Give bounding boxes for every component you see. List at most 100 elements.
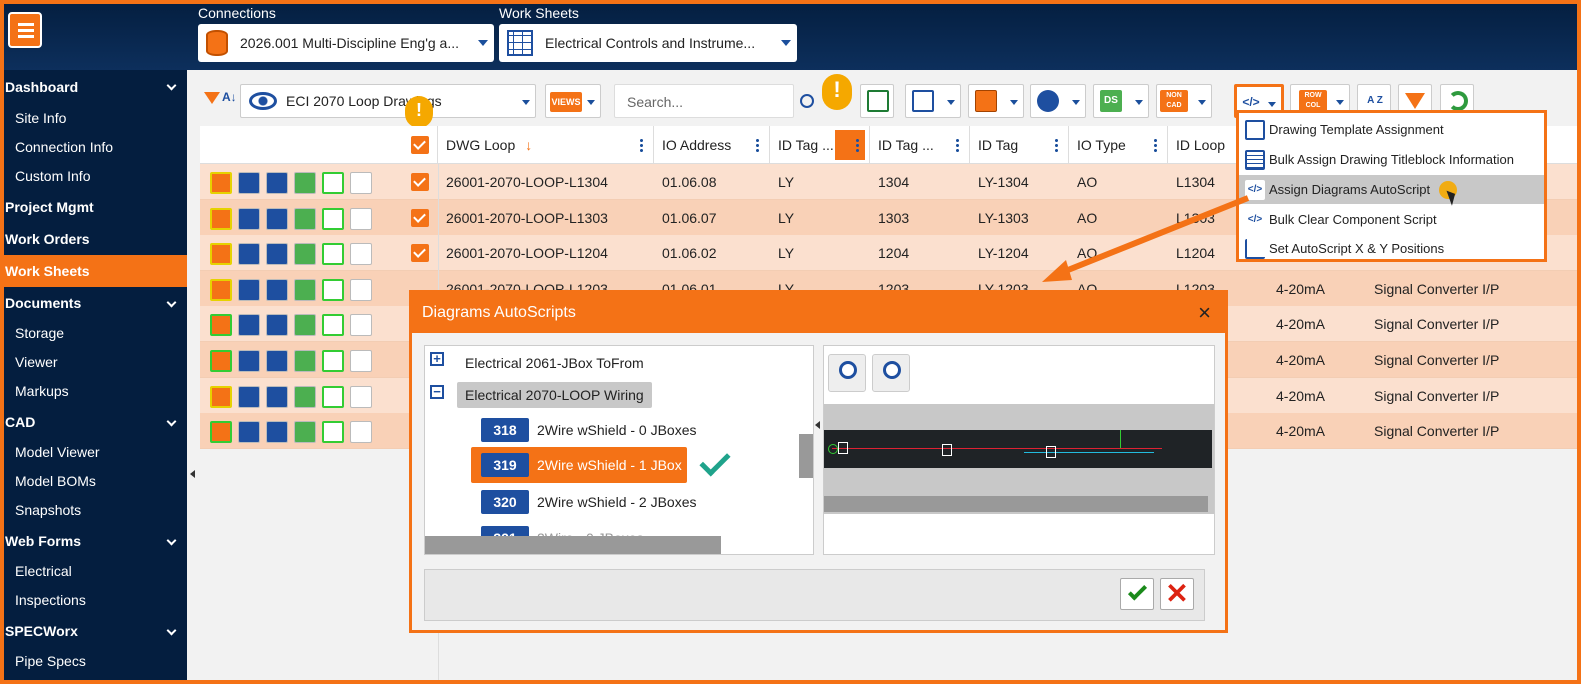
tree-item-318[interactable]: 318 2Wire wShield - 0 JBoxes: [481, 416, 761, 446]
close-icon[interactable]: ×: [1198, 293, 1211, 333]
paperclip-icon[interactable]: [238, 385, 260, 408]
sidebar-item-electrical[interactable]: Electrical: [0, 557, 187, 586]
menu-item-set-xy-positions[interactable]: Set AutoScript X & Y Positions: [1239, 234, 1544, 263]
sidebar-item-snapshots[interactable]: Snapshots: [0, 496, 187, 525]
code-icon[interactable]: [322, 243, 344, 266]
column-menu-icon[interactable]: [1154, 138, 1157, 152]
tree-group-loop-wiring[interactable]: Electrical 2070-LOOP Wiring: [457, 382, 652, 408]
column-menu-icon[interactable]: [640, 138, 643, 152]
tag-icon[interactable]: [350, 207, 372, 230]
sidebar-item-web-forms[interactable]: Web Forms: [0, 525, 187, 557]
column-menu-icon[interactable]: [756, 138, 759, 152]
tag-icon[interactable]: [350, 350, 372, 372]
column-menu-icon[interactable]: [856, 138, 859, 152]
menu-item-bulk-assign-titleblock[interactable]: Bulk Assign Drawing Titleblock Informati…: [1239, 145, 1544, 174]
view-select[interactable]: ECI 2070 Loop Drawings: [240, 84, 536, 118]
excel-export-button[interactable]: [860, 84, 894, 118]
ds-icon[interactable]: [294, 385, 316, 408]
clear-attachment-icon[interactable]: [266, 243, 288, 266]
sidebar-item-model-boms[interactable]: Model BOMs: [0, 467, 187, 496]
sidebar-item-viewer[interactable]: Viewer: [0, 348, 187, 377]
clear-attachment-icon[interactable]: [266, 278, 288, 301]
ds-button[interactable]: DS: [1093, 84, 1149, 118]
search-input[interactable]: Search...: [614, 84, 794, 118]
drawing-icon[interactable]: [210, 385, 232, 408]
search-icon[interactable]: [800, 94, 814, 108]
clear-attachment-icon[interactable]: [266, 385, 288, 408]
paperclip-icon[interactable]: [238, 243, 260, 266]
sidebar-item-connection-info[interactable]: Connection Info: [0, 133, 187, 162]
connection-select[interactable]: 2026.001 Multi-Discipline Eng'g a...: [198, 24, 494, 62]
splitter-handle[interactable]: [815, 421, 820, 429]
drawing-icon[interactable]: [210, 314, 232, 337]
tag-icon[interactable]: [350, 172, 372, 194]
sidebar-item-cad[interactable]: CAD: [0, 406, 187, 438]
drawing-icon[interactable]: [210, 243, 232, 266]
column-header-id-tag-2[interactable]: ID Tag ...: [870, 126, 970, 164]
sidebar-item-markups[interactable]: Markups: [0, 377, 187, 406]
drawing-icon[interactable]: [210, 278, 232, 301]
diagram-canvas[interactable]: [824, 404, 1214, 514]
code-icon[interactable]: [322, 314, 344, 337]
cancel-button[interactable]: ✕: [1160, 578, 1194, 610]
select-all-header[interactable]: [402, 126, 438, 164]
column-header-id-tag[interactable]: ID Tag: [970, 126, 1069, 164]
column-menu-icon[interactable]: [1055, 138, 1058, 152]
column-header-dwg-loop[interactable]: DWG Loop ↓: [438, 126, 654, 164]
paperclip-icon[interactable]: [238, 278, 260, 301]
sidebar-item-project-mgmt[interactable]: Project Mgmt: [0, 191, 187, 223]
row-checkbox[interactable]: [411, 173, 429, 191]
code-icon[interactable]: [322, 385, 344, 408]
tag-icon[interactable]: [350, 243, 372, 266]
attach-button[interactable]: [1030, 84, 1086, 118]
preview-scrollbar[interactable]: [824, 496, 1208, 512]
drawing-icon[interactable]: [210, 350, 232, 372]
drawing-icon[interactable]: [210, 172, 232, 194]
sidebar-item-site-info[interactable]: Site Info: [0, 104, 187, 133]
clear-attachment-icon[interactable]: [266, 207, 288, 230]
tag-icon[interactable]: [350, 278, 372, 301]
expand-icon[interactable]: +: [430, 352, 444, 366]
drawing-button[interactable]: [968, 84, 1024, 118]
tree-group-jbox[interactable]: Electrical 2061-JBox ToFrom: [465, 355, 644, 371]
row-checkbox[interactable]: [411, 244, 429, 263]
paperclip-icon[interactable]: [238, 421, 260, 444]
paperclip-icon[interactable]: [238, 350, 260, 372]
ds-icon[interactable]: [294, 421, 316, 444]
code-icon[interactable]: [322, 278, 344, 301]
column-header-io-address[interactable]: IO Address: [654, 126, 770, 164]
sidebar-item-pipe-specs[interactable]: Pipe Specs: [0, 647, 187, 676]
sidebar-item-model-viewer[interactable]: Model Viewer: [0, 438, 187, 467]
tag-icon[interactable]: [350, 385, 372, 408]
report-button[interactable]: [905, 84, 961, 118]
column-menu-icon[interactable]: [956, 138, 959, 152]
ds-icon[interactable]: [294, 243, 316, 266]
zoom-out-button[interactable]: [872, 354, 910, 392]
sidebar-item-work-sheets[interactable]: Work Sheets: [0, 255, 187, 287]
column-header-id-tag-1[interactable]: ID Tag ...: [770, 126, 870, 164]
vertical-scrollbar[interactable]: [799, 434, 813, 478]
code-icon[interactable]: [322, 421, 344, 444]
collapse-icon[interactable]: −: [430, 385, 444, 399]
column-menu-icon[interactable]: [835, 130, 865, 160]
menu-item-drawing-template[interactable]: Drawing Template Assignment: [1239, 115, 1544, 144]
menu-item-assign-autoscript[interactable]: </> Assign Diagrams AutoScript: [1239, 175, 1544, 206]
sidebar-item-dashboard[interactable]: Dashboard: [0, 70, 187, 104]
menu-icon[interactable]: [8, 12, 42, 48]
sidebar-item-inspections[interactable]: Inspections: [0, 586, 187, 615]
filter-sort-icon[interactable]: A↓: [200, 90, 240, 112]
sidebar-item-specworx[interactable]: SPECWorx: [0, 615, 187, 647]
row-checkbox[interactable]: [411, 208, 429, 227]
paperclip-icon[interactable]: [238, 314, 260, 337]
select-all-checkbox[interactable]: [411, 136, 429, 154]
ds-icon[interactable]: [294, 278, 316, 301]
paperclip-icon[interactable]: [238, 207, 260, 230]
paperclip-icon[interactable]: [238, 172, 260, 194]
confirm-button[interactable]: [1120, 578, 1154, 610]
ds-icon[interactable]: [294, 314, 316, 337]
sidebar-item-storage[interactable]: Storage: [0, 319, 187, 348]
drawing-icon[interactable]: [210, 421, 232, 444]
sidebar-item-custom-info[interactable]: Custom Info: [0, 162, 187, 191]
tree-item-320[interactable]: 320 2Wire wShield - 2 JBoxes: [481, 488, 761, 518]
sidebar-item-work-orders[interactable]: Work Orders: [0, 223, 187, 255]
